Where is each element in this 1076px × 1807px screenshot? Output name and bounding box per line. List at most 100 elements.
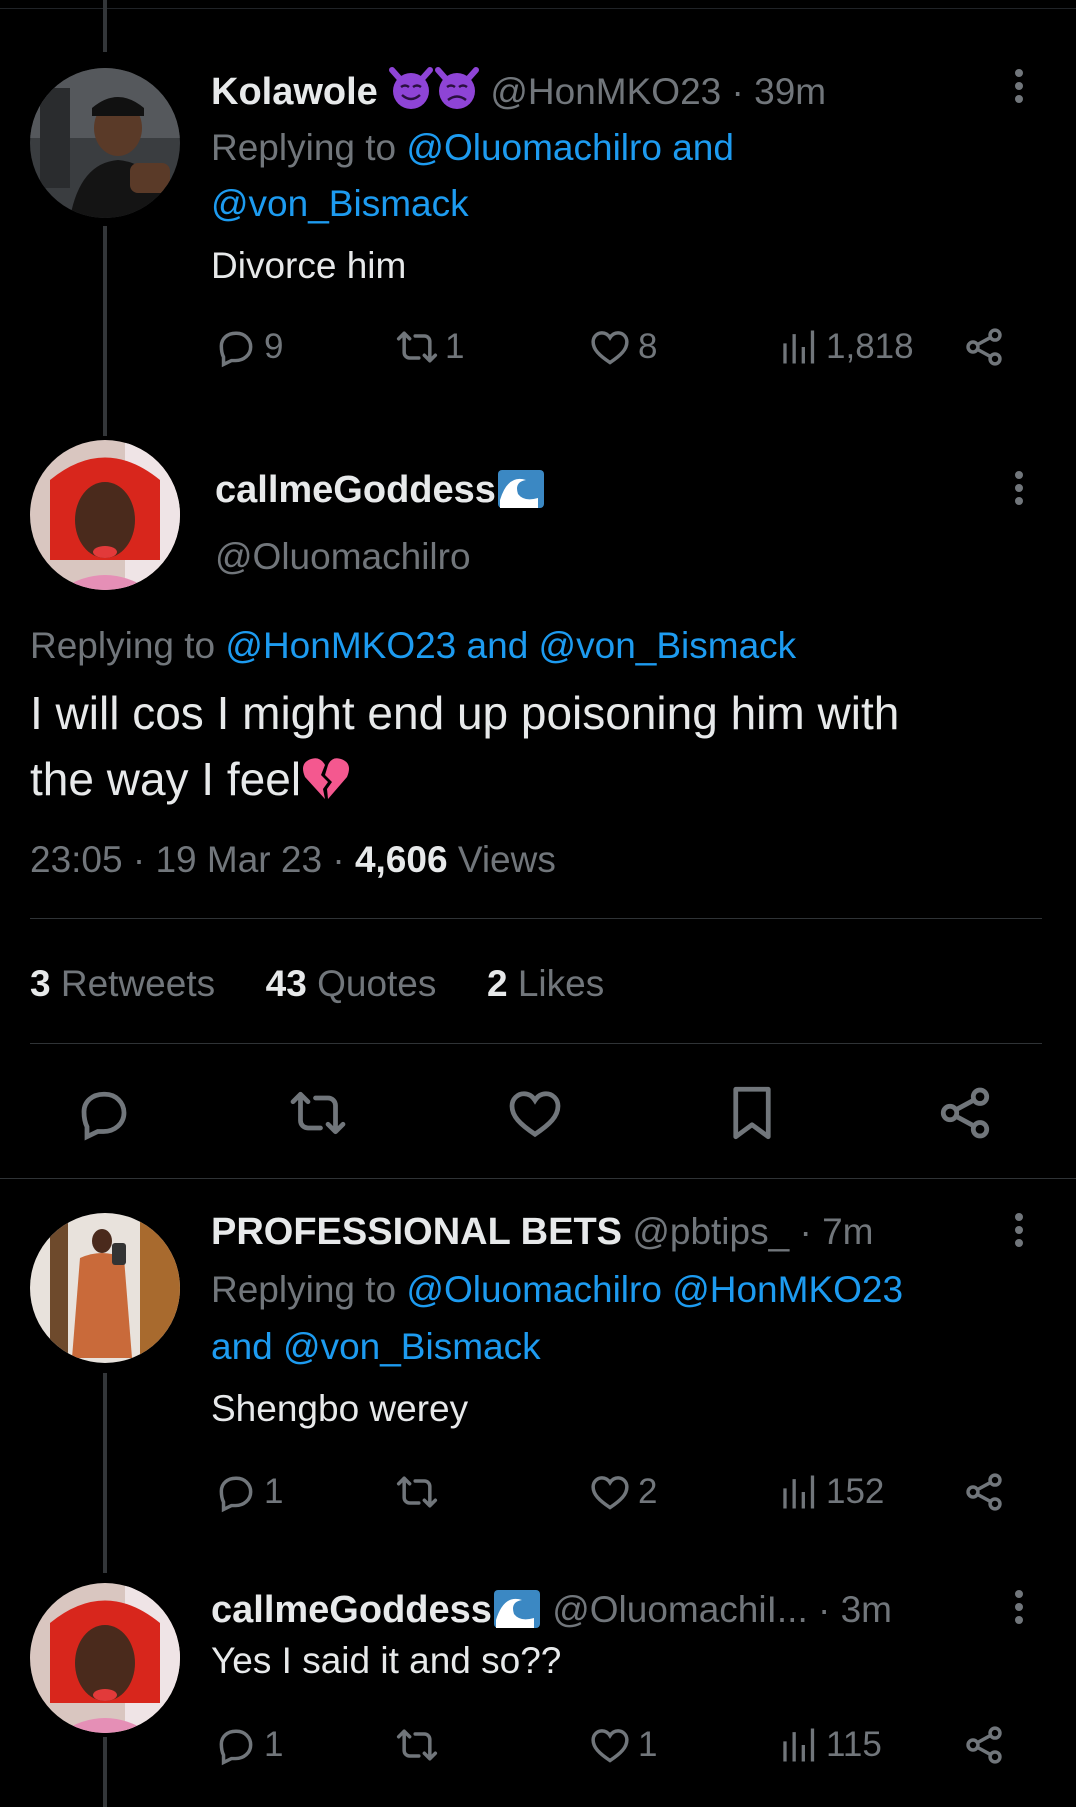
like-icon bbox=[588, 325, 632, 369]
tweet3-like-button[interactable]: 2 bbox=[588, 1470, 657, 1514]
like-count: 8 bbox=[638, 327, 658, 366]
broken-heart-emoji bbox=[301, 755, 351, 801]
tweet3-header: PROFESSIONAL BETS @pbtips_ · 7m bbox=[211, 1210, 873, 1256]
reply-icon bbox=[214, 325, 258, 369]
main-share-button[interactable] bbox=[935, 1083, 995, 1143]
main-text-line1: I will cos I might end up poisoning him … bbox=[30, 687, 900, 739]
reply-icon bbox=[214, 1470, 258, 1514]
reply-icon bbox=[74, 1083, 134, 1143]
retweet-count: 1 bbox=[445, 327, 465, 366]
views-count: 1,818 bbox=[826, 327, 914, 366]
tweet3-retweet-button[interactable] bbox=[395, 1470, 445, 1514]
like-icon bbox=[588, 1470, 632, 1514]
avatar-callmegoddess-2[interactable] bbox=[30, 1583, 180, 1733]
main-stats: 3 Retweets 43 Quotes 2 Likes bbox=[30, 962, 604, 1006]
thread-line-top bbox=[103, 0, 107, 52]
main-reply-button[interactable] bbox=[74, 1083, 134, 1143]
tweet3-handle[interactable]: @pbtips_ bbox=[632, 1211, 789, 1252]
tweet4-reply-button[interactable]: 1 bbox=[214, 1723, 283, 1767]
reply-count: 1 bbox=[264, 1725, 284, 1764]
tweet1-header: Kolawole @HonMKO23 · 39m bbox=[211, 66, 826, 116]
avatar-callmegoddess[interactable] bbox=[30, 440, 180, 590]
avatar-kolawole[interactable] bbox=[30, 68, 180, 218]
share-icon bbox=[962, 1723, 1006, 1767]
tweet4-author-name[interactable]: callmeGoddess bbox=[211, 1589, 492, 1631]
divider-stats-top bbox=[30, 918, 1042, 919]
likes-stat[interactable]: 2 Likes bbox=[487, 963, 604, 1004]
views-count: 115 bbox=[826, 1725, 882, 1764]
tweet4-more-icon[interactable] bbox=[1015, 1585, 1025, 1629]
tweet4-share-button[interactable] bbox=[962, 1723, 1006, 1767]
tweet1-replying: Replying to @Oluomachilro and bbox=[211, 126, 734, 170]
main-author: callmeGoddess bbox=[215, 466, 546, 514]
divider-main-bottom bbox=[0, 1178, 1076, 1179]
thread-line-4 bbox=[103, 1737, 107, 1807]
avatar-professional-bets[interactable] bbox=[30, 1213, 180, 1363]
tweet3-views-button[interactable]: 152 bbox=[776, 1470, 884, 1514]
replying-prefix: Replying to bbox=[211, 1269, 397, 1310]
tweet4-retweet-button[interactable] bbox=[395, 1723, 445, 1767]
divider-stats-bottom bbox=[30, 1043, 1042, 1044]
replying-prefix: Replying to bbox=[211, 127, 397, 168]
like-icon bbox=[588, 1723, 632, 1767]
views-count: 152 bbox=[826, 1472, 885, 1511]
replying-mentions[interactable]: @HonMKO23 and @von_Bismack bbox=[225, 625, 796, 666]
tweet4-time[interactable]: · 3m bbox=[818, 1589, 892, 1630]
main-author-name[interactable]: callmeGoddess bbox=[215, 469, 496, 511]
bookmark-icon bbox=[722, 1083, 782, 1143]
reply-count: 1 bbox=[264, 1472, 284, 1511]
main-more-icon[interactable] bbox=[1015, 466, 1025, 510]
reply-count: 9 bbox=[264, 327, 284, 366]
thread-line-3 bbox=[103, 1373, 107, 1573]
tweet1-more-icon[interactable] bbox=[1015, 64, 1025, 108]
replying-prefix: Replying to bbox=[30, 625, 216, 666]
tweet1-reply-button[interactable]: 9 bbox=[214, 325, 283, 369]
main-bookmark-button[interactable] bbox=[722, 1083, 782, 1143]
tweet3-replying: Replying to @Oluomachilro @HonMKO23 bbox=[211, 1268, 903, 1312]
tweet3-reply-button[interactable]: 1 bbox=[214, 1470, 283, 1514]
tweet1-retweet-button[interactable]: 1 bbox=[395, 325, 464, 369]
tweet1-views-button[interactable]: 1,818 bbox=[776, 325, 914, 369]
views-icon bbox=[776, 1470, 820, 1514]
views-icon bbox=[776, 1723, 820, 1767]
retweets-stat[interactable]: 3 Retweets bbox=[30, 963, 215, 1004]
tweet1-author-name[interactable]: Kolawole bbox=[211, 71, 378, 113]
retweet-icon bbox=[395, 1470, 439, 1514]
main-retweet-button[interactable] bbox=[288, 1083, 348, 1143]
quotes-stat[interactable]: 43 Quotes bbox=[266, 963, 437, 1004]
thread-line-1 bbox=[103, 226, 107, 436]
tweet4-handle[interactable]: @OluomachiI... bbox=[552, 1589, 808, 1630]
tweet1-time[interactable]: · 39m bbox=[732, 71, 827, 112]
tweet3-time[interactable]: · 7m bbox=[799, 1211, 873, 1252]
reply-icon bbox=[214, 1723, 258, 1767]
tweet1-share-button[interactable] bbox=[962, 325, 1006, 369]
replying-mentions-2[interactable]: @von_Bismack bbox=[211, 183, 469, 224]
tweet1-text: Divorce him bbox=[211, 245, 407, 286]
replying-mentions[interactable]: @Oluomachilro @HonMKO23 bbox=[406, 1269, 903, 1310]
like-icon bbox=[505, 1083, 565, 1143]
wave-emoji bbox=[492, 1586, 542, 1630]
main-views-label: Views bbox=[457, 839, 556, 880]
tweet3-text: Shengbo werey bbox=[211, 1388, 469, 1429]
tweet4-like-button[interactable]: 1 bbox=[588, 1723, 657, 1767]
replying-mentions[interactable]: @Oluomachilro and bbox=[406, 127, 734, 168]
tweet1-handle[interactable]: @HonMKO23 bbox=[490, 71, 721, 112]
share-icon bbox=[962, 1470, 1006, 1514]
wave-emoji bbox=[496, 466, 546, 510]
tweet4-views-button[interactable]: 115 bbox=[776, 1723, 882, 1767]
main-author-handle[interactable]: @Oluomachilro bbox=[215, 536, 471, 577]
main-timestamp[interactable]: 23:05 · 19 Mar 23 · bbox=[30, 839, 345, 880]
tweet1-like-button[interactable]: 8 bbox=[588, 325, 657, 369]
smiling-devil-emoji bbox=[388, 66, 434, 110]
main-like-button[interactable] bbox=[505, 1083, 565, 1143]
main-replying: Replying to @HonMKO23 and @von_Bismack bbox=[30, 624, 796, 668]
tweet3-more-icon[interactable] bbox=[1015, 1208, 1025, 1252]
share-icon bbox=[935, 1083, 995, 1143]
main-views-count: 4,606 bbox=[354, 839, 448, 880]
retweet-icon bbox=[288, 1083, 348, 1143]
tweet3-share-button[interactable] bbox=[962, 1470, 1006, 1514]
tweet3-author-name[interactable]: PROFESSIONAL BETS bbox=[211, 1211, 622, 1253]
replying-mentions-2[interactable]: and @von_Bismack bbox=[211, 1326, 541, 1367]
angry-devil-emoji bbox=[434, 66, 480, 110]
retweet-icon bbox=[395, 325, 439, 369]
